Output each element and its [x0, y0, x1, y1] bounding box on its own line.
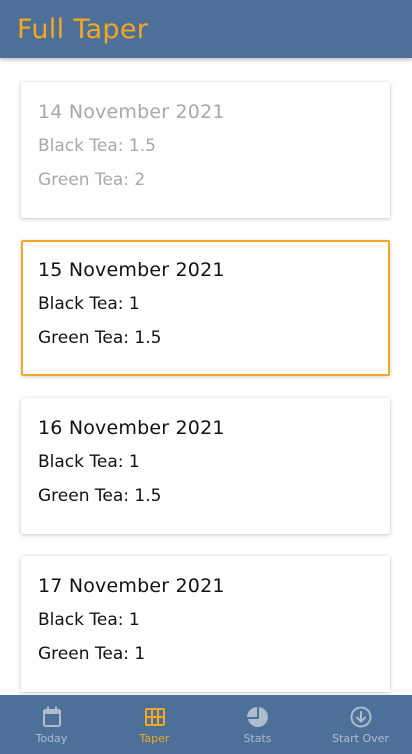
- nav-label: Today: [35, 732, 68, 745]
- nav-label: Stats: [243, 732, 272, 745]
- item-label: Black Tea: [38, 294, 118, 314]
- page-title: Full Taper: [17, 14, 149, 45]
- app-bar: Full Taper: [0, 0, 412, 58]
- card-content: 14 November 2021 Black Tea: 1.5 Green Te…: [38, 99, 380, 193]
- card-row-black-tea: Black Tea: 1: [38, 291, 378, 317]
- item-separator: :: [117, 136, 129, 156]
- item-separator: :: [123, 328, 135, 348]
- item-separator: :: [117, 610, 129, 630]
- item-label: Green Tea: [38, 644, 124, 664]
- item-separator: :: [117, 452, 129, 472]
- day-card-past[interactable]: 14 November 2021 Black Tea: 1.5 Green Te…: [21, 82, 390, 218]
- card-row-black-tea: Black Tea: 1: [38, 449, 380, 475]
- nav-tab-stats[interactable]: Stats: [206, 695, 309, 754]
- nav-tab-taper[interactable]: Taper: [103, 695, 206, 754]
- nav-label: Taper: [139, 732, 170, 745]
- item-separator: :: [123, 170, 135, 190]
- nav-label: Start Over: [332, 732, 389, 745]
- item-amount: 1: [128, 610, 140, 630]
- card-row-green-tea: Green Tea: 1.5: [38, 325, 378, 351]
- item-amount: 1: [128, 294, 140, 314]
- card-content: 15 November 2021 Black Tea: 1 Green Tea:…: [38, 257, 378, 351]
- item-amount: 1: [134, 644, 146, 664]
- taper-list[interactable]: 14 November 2021 Black Tea: 1.5 Green Te…: [0, 58, 412, 695]
- card-date: 14 November 2021: [38, 101, 225, 123]
- card-date: 15 November 2021: [38, 259, 225, 281]
- card-row-green-tea: Green Tea: 2: [38, 167, 380, 193]
- card-date: 16 November 2021: [38, 417, 225, 439]
- card-content: 17 November 2021 Black Tea: 1 Green Tea:…: [38, 573, 380, 667]
- app-root: Full Taper 14 November 2021 Black Tea: 1…: [0, 0, 412, 754]
- day-card-selected[interactable]: 15 November 2021 Black Tea: 1 Green Tea:…: [21, 240, 390, 376]
- card-row-green-tea: Green Tea: 1.5: [38, 483, 380, 509]
- item-amount: 1.5: [134, 486, 162, 506]
- item-label: Black Tea: [38, 610, 118, 630]
- card-date: 17 November 2021: [38, 575, 225, 597]
- item-label: Green Tea: [38, 170, 124, 190]
- item-label: Black Tea: [38, 136, 118, 156]
- item-amount: 1.5: [128, 136, 156, 156]
- day-card[interactable]: 17 November 2021 Black Tea: 1 Green Tea:…: [21, 556, 390, 692]
- card-row-green-tea: Green Tea: 1: [38, 641, 380, 667]
- item-amount: 1: [128, 452, 140, 472]
- item-amount: 2: [134, 170, 146, 190]
- item-amount: 1.5: [134, 328, 162, 348]
- nav-tab-start-over[interactable]: Start Over: [309, 695, 412, 754]
- card-row-black-tea: Black Tea: 1: [38, 607, 380, 633]
- card-content: 16 November 2021 Black Tea: 1 Green Tea:…: [38, 415, 380, 509]
- day-card[interactable]: 16 November 2021 Black Tea: 1 Green Tea:…: [21, 398, 390, 534]
- card-row-black-tea: Black Tea: 1.5: [38, 133, 380, 159]
- download-circle-icon: [350, 706, 371, 728]
- item-label: Green Tea: [38, 486, 124, 506]
- item-label: Black Tea: [38, 452, 118, 472]
- bottom-navigation: Today Taper Stats Start Over: [0, 695, 412, 754]
- item-separator: :: [123, 644, 135, 664]
- item-separator: :: [117, 294, 129, 314]
- nav-tab-today[interactable]: Today: [0, 695, 103, 754]
- pie-chart-icon: [246, 707, 268, 727]
- item-label: Green Tea: [38, 328, 124, 348]
- item-separator: :: [123, 486, 135, 506]
- grid-icon: [144, 708, 165, 726]
- calendar-icon: [42, 706, 61, 727]
